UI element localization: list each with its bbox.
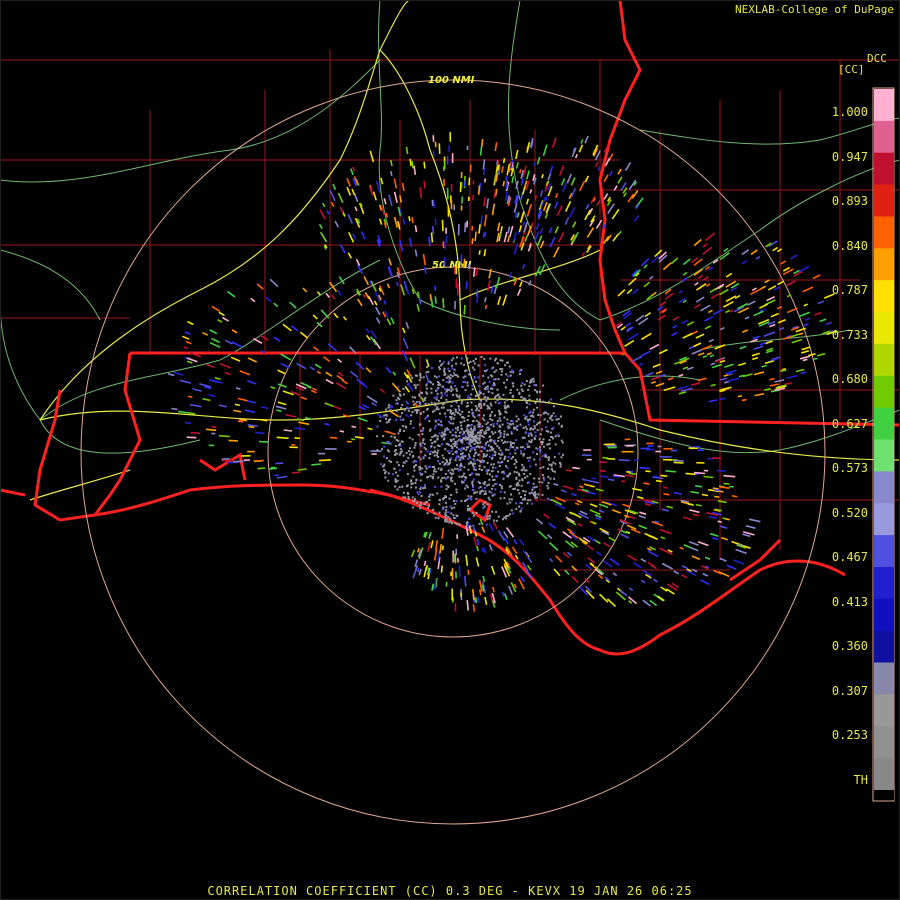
- colorbar-swatch: [874, 471, 894, 504]
- ring-label-50: 50 NMI: [432, 260, 472, 271]
- colorbar-tick: 0.840: [831, 238, 868, 253]
- ring-label-100: 100 NMI: [428, 75, 475, 86]
- colorbar-swatch: [874, 598, 894, 632]
- colorbar-tick: 0.413: [831, 594, 868, 609]
- colorbar-tick: 0.307: [831, 683, 868, 698]
- colorbar-swatch-th: [874, 790, 894, 800]
- colorbar-swatch: [874, 343, 894, 377]
- colorbar-swatch: [874, 407, 894, 440]
- colorbar-tick: 0.947: [831, 149, 868, 164]
- colorbar-tick: 0.893: [831, 194, 868, 208]
- colorbar-swatch: [874, 662, 894, 695]
- colorbar-swatch: [874, 375, 894, 409]
- colorbar-tick: 0.787: [831, 283, 868, 297]
- colorbar-tick: 0.627: [831, 416, 868, 431]
- colorbar-tick: 0.360: [831, 639, 868, 653]
- colorbar-swatch: [874, 216, 894, 249]
- radar-map: 50 NMI 100 NMI: [0, 0, 900, 900]
- colorbar-swatch: [874, 439, 894, 472]
- colorbar-tick: 0.733: [831, 327, 868, 342]
- colorbar-tick: 0.520: [831, 505, 868, 520]
- colorbar-swatch: [874, 758, 894, 791]
- colorbar-tick: TH: [853, 772, 868, 787]
- colorbar-swatch: [874, 694, 894, 727]
- colorbar-swatch: [874, 184, 894, 217]
- colorbar-swatch: [874, 726, 894, 759]
- colorbar-swatch: [874, 120, 894, 154]
- product-title: CORRELATION COEFFICIENT (CC) 0.3 DEG - K…: [207, 884, 693, 898]
- colorbar-tick: 0.573: [831, 461, 868, 475]
- credit-text: NEXLAB-College of DuPage: [735, 3, 894, 16]
- colorbar-swatch: [874, 89, 894, 122]
- colorbar-unit-label: [CC]: [838, 63, 865, 76]
- colorbar-tick: 1.000: [831, 105, 868, 119]
- colorbar: [872, 87, 895, 802]
- colorbar-swatch: [874, 567, 894, 600]
- colorbar-swatch: [874, 535, 894, 568]
- colorbar-swatch: [874, 280, 894, 313]
- colorbar-swatch: [874, 312, 894, 345]
- site-tag: DCC: [867, 52, 887, 65]
- colorbar-tick: 0.467: [831, 550, 868, 564]
- colorbar-tick: 0.253: [831, 728, 868, 742]
- colorbar-tick: 0.680: [831, 372, 868, 386]
- colorbar-swatch: [874, 152, 894, 186]
- colorbar-swatch: [874, 503, 894, 536]
- colorbar-swatch: [874, 630, 894, 664]
- colorbar-swatch: [874, 248, 894, 281]
